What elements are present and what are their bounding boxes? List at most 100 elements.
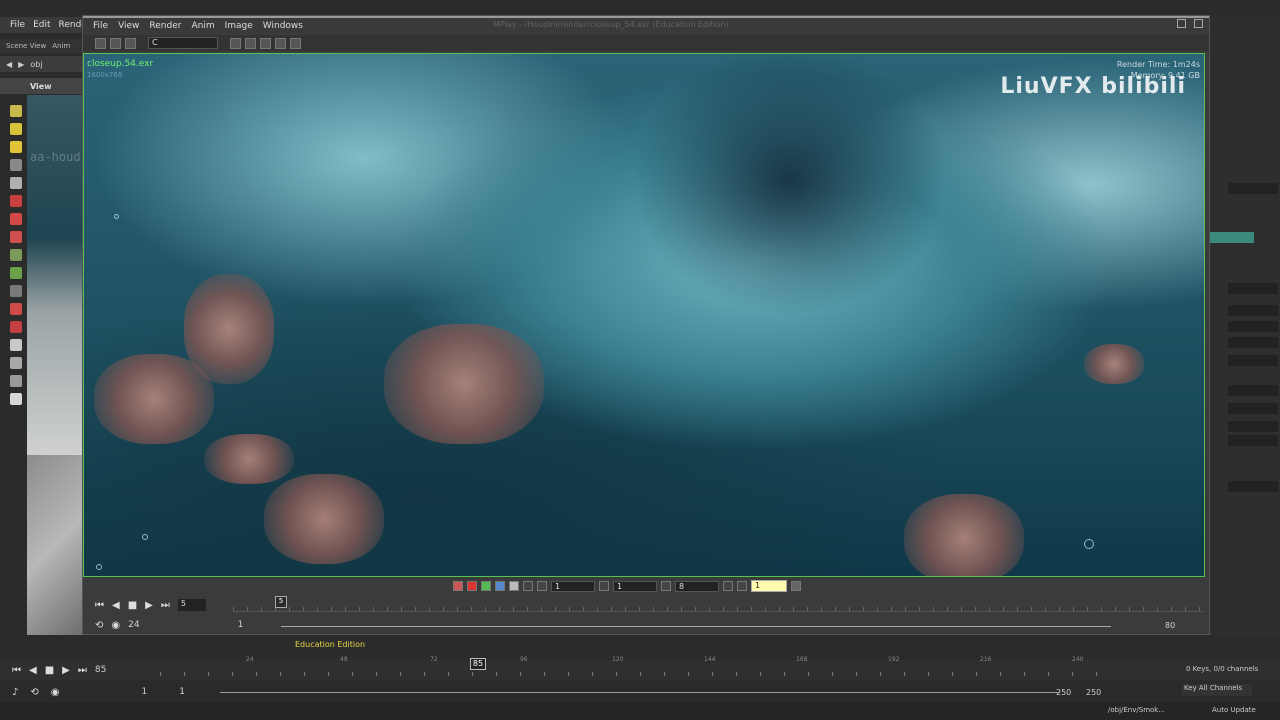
pick-icon[interactable] — [737, 581, 747, 591]
first-frame-icon[interactable]: ⏮ — [95, 600, 104, 611]
param-field[interactable] — [1228, 385, 1278, 396]
param-field[interactable] — [1228, 337, 1278, 348]
display-tool-icon[interactable] — [10, 339, 22, 351]
main-frame-field[interactable]: 85 — [95, 665, 106, 675]
mplay-frame-field[interactable]: 5 — [177, 599, 206, 611]
gamma-field[interactable]: 1 — [613, 580, 657, 592]
transform-tool-icon[interactable] — [10, 123, 22, 135]
loop-icon[interactable]: ⟲ — [95, 620, 103, 631]
lut-icon[interactable] — [661, 581, 671, 591]
auto-update-select[interactable]: Auto Update — [1212, 706, 1256, 714]
info-icon[interactable] — [290, 37, 301, 49]
param-field[interactable] — [1228, 355, 1278, 366]
param-field[interactable] — [1228, 435, 1278, 446]
param-field[interactable] — [1228, 183, 1278, 194]
brightness-icon[interactable] — [537, 581, 547, 591]
param-field[interactable] — [1228, 321, 1278, 332]
pose-tool-icon[interactable] — [10, 141, 22, 153]
main-play-icon[interactable]: ▶ — [62, 665, 70, 676]
forward-arrow-icon[interactable]: ▶ — [18, 60, 24, 69]
main-audio-icon[interactable]: ♪ — [12, 687, 18, 698]
mplay-menu-windows[interactable]: Windows — [263, 21, 303, 31]
range-end-a[interactable]: 250 — [1056, 688, 1071, 697]
main-range-slider[interactable] — [220, 692, 1060, 693]
light-tool-icon[interactable] — [10, 213, 22, 225]
compare-icon[interactable] — [723, 581, 733, 591]
param-field[interactable] — [1228, 421, 1278, 432]
paint-tool-icon[interactable] — [10, 267, 22, 279]
camera-tool-icon[interactable] — [10, 231, 22, 243]
visibility-tool-icon[interactable] — [10, 357, 22, 369]
grid-tool-icon[interactable] — [10, 285, 22, 297]
select-tool-icon[interactable] — [10, 105, 22, 117]
menu-edit[interactable]: Edit — [33, 20, 50, 30]
param-field[interactable] — [1228, 283, 1278, 294]
alpha-channel-icon[interactable] — [509, 581, 519, 591]
status-obj-path[interactable]: /obj/Env/Smok... — [1108, 706, 1165, 714]
play-reverse-icon[interactable]: ◀ — [112, 600, 120, 611]
zoom-in-icon[interactable] — [230, 37, 241, 49]
main-loop-icon[interactable]: ⟲ — [30, 687, 38, 698]
tab-anim[interactable]: Anim — [52, 42, 70, 50]
handle-tool-icon[interactable] — [10, 195, 22, 207]
snap-tool-icon[interactable] — [10, 303, 22, 315]
bone-tool-icon[interactable] — [10, 249, 22, 261]
maximize-icon[interactable] — [1194, 19, 1203, 28]
key-channels-select[interactable]: Key All Channels — [1182, 684, 1252, 696]
play-icon[interactable]: ▶ — [145, 600, 153, 611]
main-realtime-icon[interactable]: ◉ — [51, 687, 60, 698]
last-frame-icon[interactable]: ⏭ — [161, 600, 170, 611]
ghost-tool-icon[interactable] — [10, 375, 22, 387]
mplay-menu-file[interactable]: File — [93, 21, 108, 31]
channel-icon[interactable] — [125, 37, 136, 49]
main-stop-icon[interactable]: ■ — [45, 665, 54, 676]
mplay-timeline-cursor[interactable]: 5 — [275, 596, 287, 608]
param-field[interactable] — [1228, 481, 1278, 492]
tab-scene-view[interactable]: Scene View — [6, 42, 46, 50]
param-field[interactable] — [1228, 403, 1278, 414]
obj-path-label[interactable]: obj — [30, 60, 42, 69]
minimize-icon[interactable] — [1177, 19, 1186, 28]
render-viewport[interactable]: closeup.54.exr 1600x768 Render Time: 1m2… — [83, 53, 1205, 577]
lut-field[interactable]: 8 — [675, 580, 719, 592]
exposure-field[interactable]: 1 — [551, 580, 595, 592]
pointer-tool-icon[interactable] — [10, 159, 22, 171]
range-start-b[interactable]: 1 — [179, 687, 185, 697]
mplay-menu-render[interactable]: Render — [149, 21, 181, 31]
mplay-menu-anim[interactable]: Anim — [191, 21, 214, 31]
magnet-tool-icon[interactable] — [10, 321, 22, 333]
layout-icon[interactable] — [95, 37, 106, 49]
sequence-select[interactable]: C — [148, 37, 218, 49]
options-icon[interactable] — [791, 581, 801, 591]
home-icon[interactable] — [260, 37, 271, 49]
param-slider-fill[interactable] — [1210, 232, 1254, 243]
main-timeline[interactable] — [160, 662, 1115, 676]
fps-field[interactable]: 24 — [128, 620, 139, 630]
red-channel-icon[interactable] — [453, 581, 463, 591]
exposure-icon[interactable] — [523, 581, 533, 591]
back-arrow-icon[interactable]: ◀ — [6, 60, 12, 69]
param-field[interactable] — [1228, 305, 1278, 316]
mplay-menu-view[interactable]: View — [118, 21, 139, 31]
stop-icon[interactable]: ■ — [128, 600, 137, 611]
lock-icon[interactable] — [10, 177, 22, 189]
main-last-frame-icon[interactable]: ⏭ — [78, 665, 87, 676]
mplay-range-end[interactable]: 80 — [1165, 621, 1175, 630]
range-start-a[interactable]: 1 — [142, 687, 148, 697]
red-toggle-icon[interactable] — [467, 581, 477, 591]
range-end-b[interactable]: 250 — [1086, 688, 1101, 697]
mplay-menu-image[interactable]: Image — [225, 21, 253, 31]
main-play-reverse-icon[interactable]: ◀ — [29, 665, 37, 676]
highlight-field[interactable]: 1 — [751, 580, 787, 592]
fit-icon[interactable] — [275, 37, 286, 49]
menu-file[interactable]: File — [10, 20, 25, 30]
green-channel-icon[interactable] — [481, 581, 491, 591]
blue-channel-icon[interactable] — [495, 581, 505, 591]
display-icon[interactable] — [110, 37, 121, 49]
zoom-out-icon[interactable] — [245, 37, 256, 49]
mplay-range-slider[interactable] — [281, 626, 1111, 627]
range-start[interactable]: 1 — [238, 620, 244, 630]
gamma-icon[interactable] — [599, 581, 609, 591]
main-timeline-cursor[interactable]: 85 — [470, 658, 486, 670]
mplay-timeline[interactable] — [233, 598, 1203, 612]
